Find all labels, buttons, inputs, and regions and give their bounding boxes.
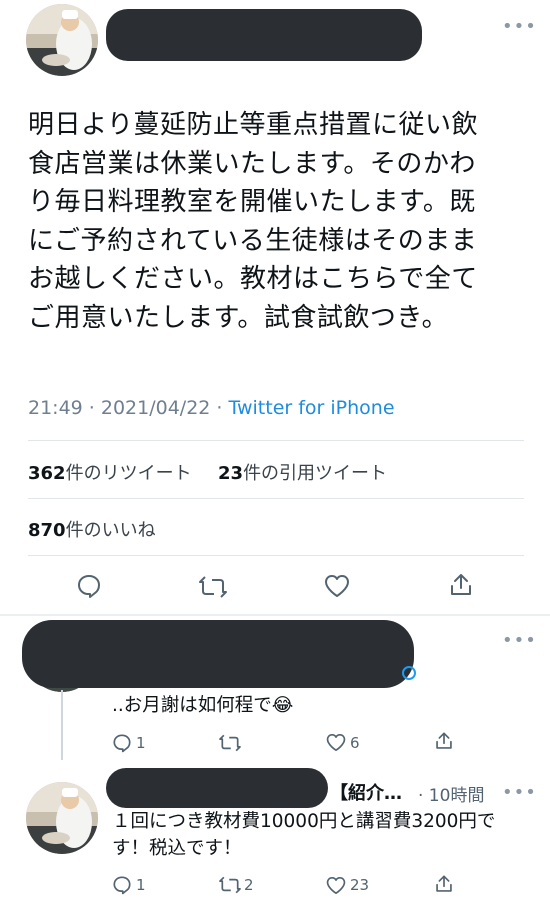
divider [28,440,524,441]
reply-icon[interactable] [112,875,132,895]
reply-text: ..お月謝は如何程で😂 [112,692,293,719]
share-icon[interactable] [434,874,454,894]
reply-text: １回につき教材費10000円と講習費3200円で す！税込です！ [112,808,542,862]
more-options-icon[interactable]: ••• [502,18,537,36]
reply-count: 1 [136,734,146,752]
retweet-count: 2 [244,876,254,894]
retweet-icon[interactable] [198,574,228,600]
tweet-source-link[interactable]: Twitter for iPhone [229,397,395,419]
retweets-label: 件のリツイート [65,463,192,484]
like-icon[interactable] [326,733,346,752]
reply-text-body: ..お月謝は如何程で [112,695,272,716]
tweet-text-line: 明日より蔓延防止等重点措置に従い飲 [28,110,478,140]
author-avatar[interactable] [26,782,98,854]
likes-count: 870 [28,520,66,541]
like-count: 23 [350,876,370,894]
tweet-meta: 21:49 · 2021/04/22 · Twitter for iPhone [28,397,395,419]
retweets-count: 362 [28,463,66,484]
reply-icon[interactable] [76,573,102,599]
quotes-label: 件の引用ツイート [243,463,388,484]
redacted-reply-author [22,620,414,688]
retweet-icon[interactable] [218,733,242,753]
share-icon[interactable] [434,731,454,751]
reply-count: 1 [136,876,146,894]
like-stats[interactable]: 870件のいいね [28,516,156,542]
emoji-laughing: 😂 [271,695,294,716]
like-icon[interactable] [324,574,350,598]
like-count: 6 [350,734,360,752]
reply-time[interactable]: · 10時間 [418,781,484,806]
thread-line [61,690,63,760]
share-icon[interactable] [448,572,474,598]
tweet-text: 明日より蔓延防止等重点措置に従い飲 食店営業は休業いたします。そのかわ り毎日料… [28,106,538,338]
more-options-icon[interactable]: ••• [502,632,537,650]
divider [28,555,524,556]
redacted-author-name [106,9,422,61]
likes-label: 件のいいね [65,520,156,541]
tweet-text-line: 食店営業は休業いたします。そのかわ [28,148,476,179]
reply-text-line: １回につき教材費10000円と講習費3200円で [112,811,496,832]
tweet-text-line: お越しください。教材はこちらで全て [28,264,478,295]
divider [28,498,524,499]
reply-icon[interactable] [112,733,132,753]
tweet-text-line: にご予約されている生徒様はそのまま [28,225,478,256]
tweet-text-line: り毎日料理教室を開催いたします。既 [28,187,476,218]
like-icon[interactable] [326,876,346,895]
tweet-timestamp[interactable]: 21:49 · 2021/04/22 · [28,397,229,419]
retweet-icon[interactable] [218,875,242,895]
retweet-stats[interactable]: 362件のリツイート [28,459,192,485]
reply-text-line: す！税込です！ [112,838,242,859]
author-avatar[interactable] [26,4,98,76]
quotes-count: 23 [218,463,244,484]
quote-stats[interactable]: 23件の引用ツイート [218,459,387,485]
verified-icon-partial [402,666,416,680]
more-options-icon[interactable]: ••• [502,784,537,802]
tweet-text-line: ご用意いたします。試食試飲つき。 [28,302,449,333]
redacted-reply-author [106,768,328,808]
section-separator [0,614,550,616]
reply-author-name: 【紹介… [330,783,402,804]
